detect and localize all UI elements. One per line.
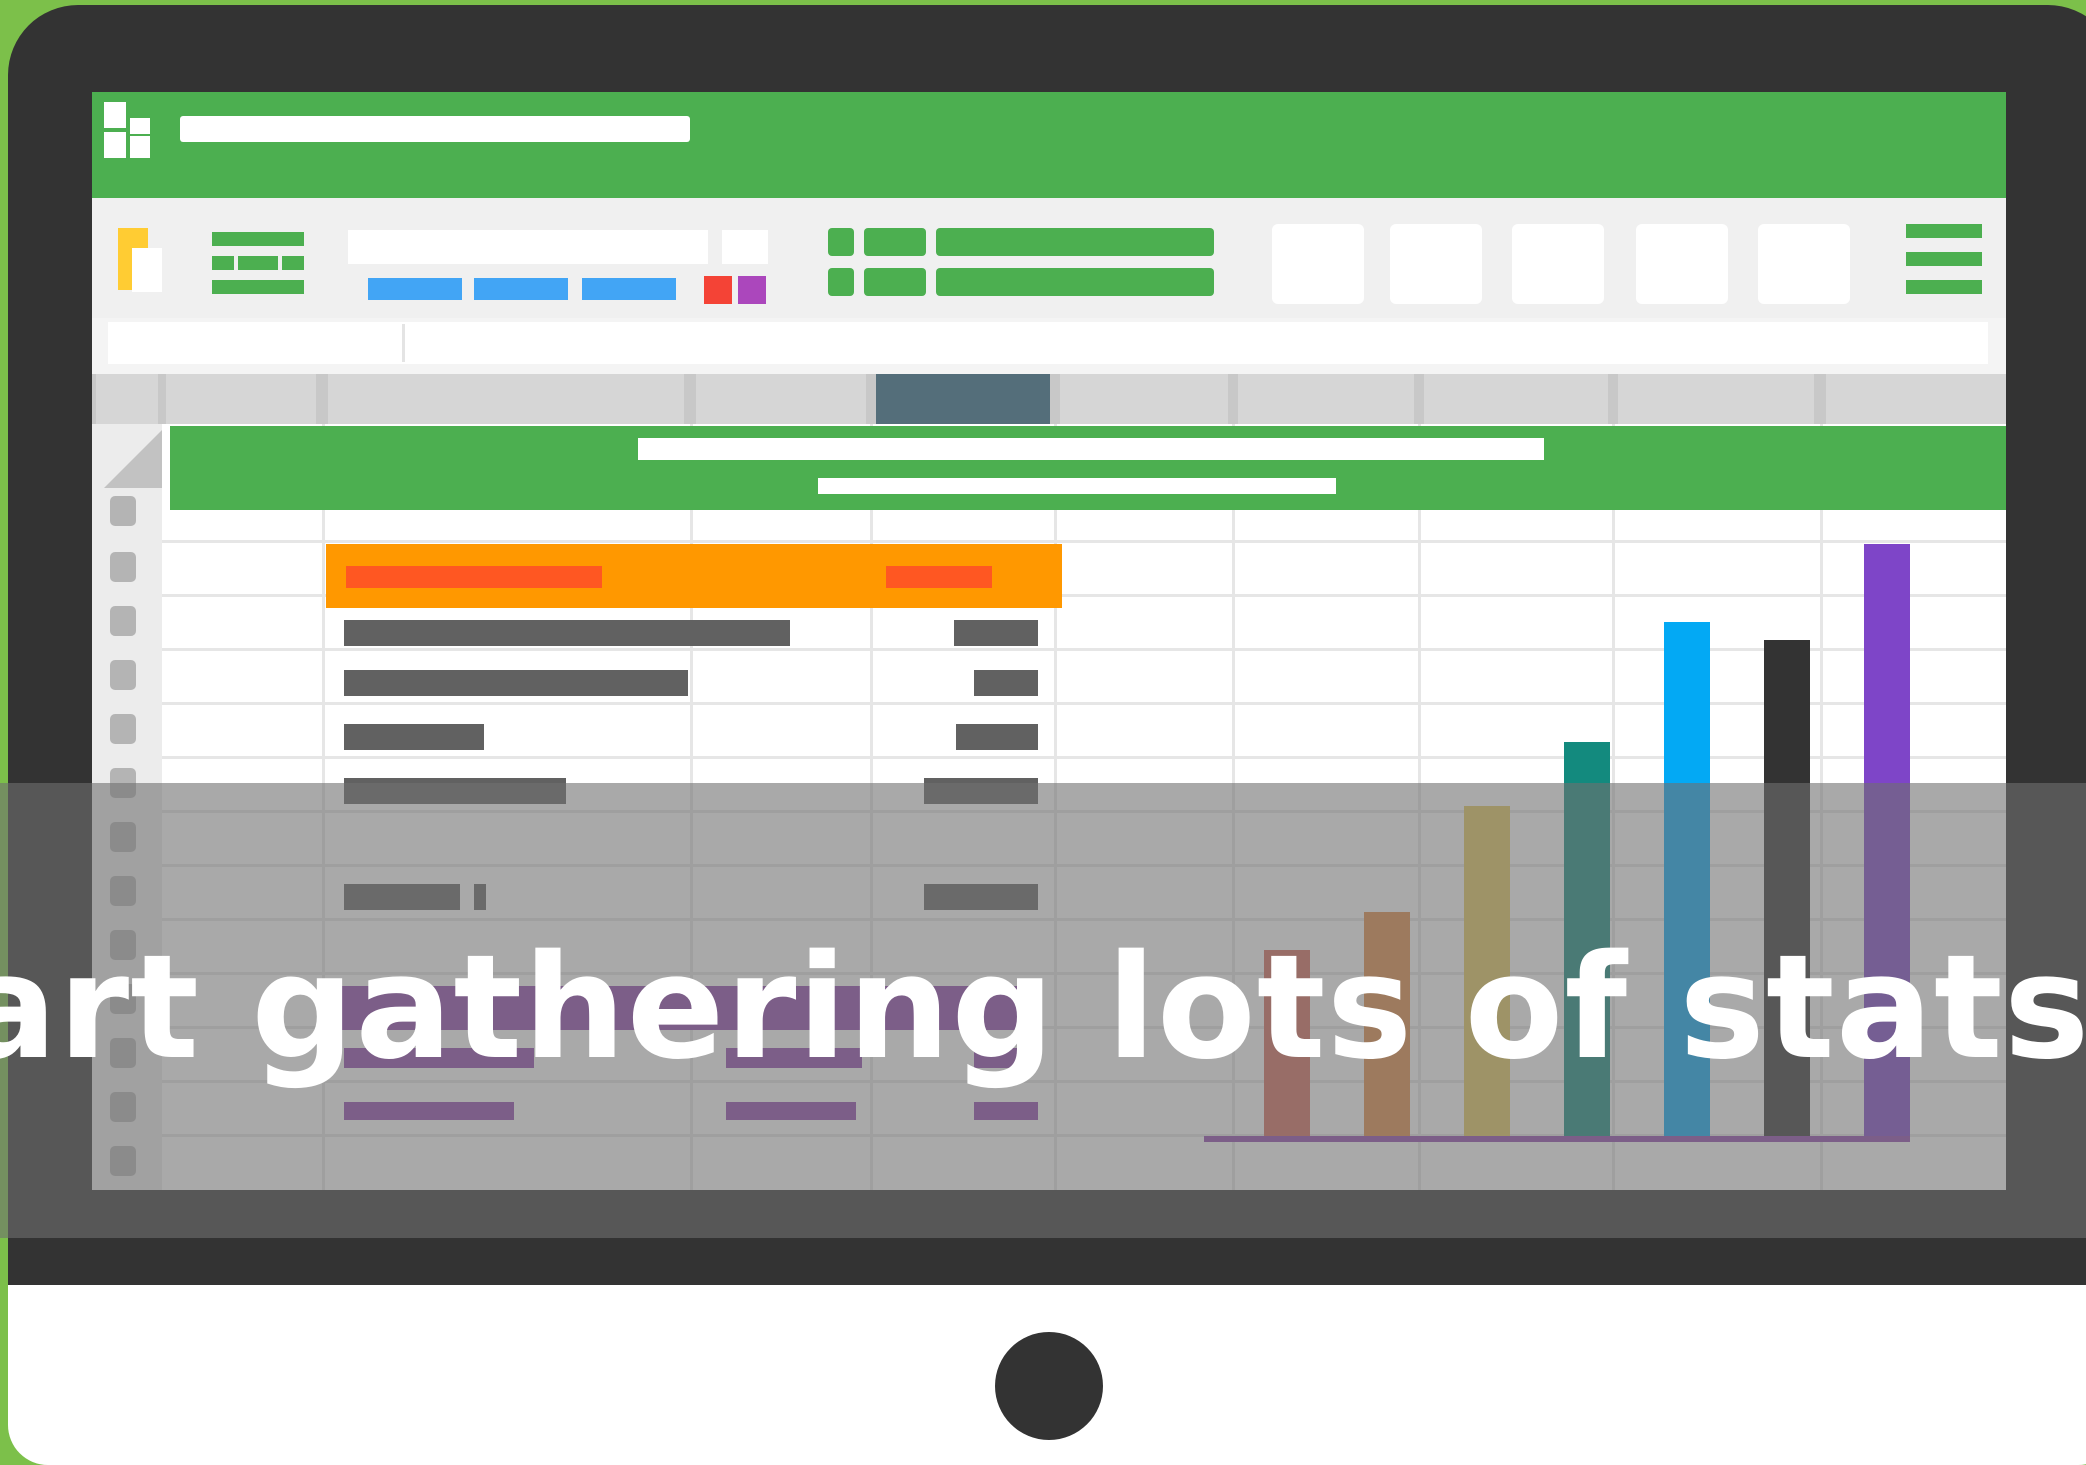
name-box-divider — [402, 324, 405, 362]
row-header[interactable] — [110, 714, 136, 744]
row-header[interactable] — [110, 606, 136, 636]
format-button-3[interactable] — [582, 278, 676, 300]
table-header-row — [326, 544, 1062, 608]
column-header[interactable] — [1618, 374, 1814, 424]
monitor-power-button — [995, 1332, 1103, 1440]
window-title-placeholder — [180, 116, 690, 142]
alignment-group[interactable] — [828, 228, 1214, 298]
table-row-value — [956, 724, 1038, 750]
table-row-label — [344, 670, 688, 696]
app-title-bar — [92, 92, 2006, 198]
formula-bar[interactable] — [108, 322, 1988, 364]
select-all-corner[interactable] — [104, 430, 162, 488]
paste-clipboard-sheet — [132, 248, 162, 292]
row-header[interactable] — [110, 552, 136, 582]
table-row-label — [344, 724, 484, 750]
table-row-value — [974, 670, 1038, 696]
format-button-2[interactable] — [474, 278, 568, 300]
font-name-dropdown[interactable] — [348, 230, 708, 264]
column-header[interactable] — [166, 374, 316, 424]
spreadsheet-logo-icon — [104, 102, 156, 160]
style-button-3[interactable] — [1512, 224, 1604, 304]
font-size-dropdown[interactable] — [722, 230, 768, 264]
row-header[interactable] — [110, 496, 136, 526]
style-button-2[interactable] — [1390, 224, 1482, 304]
row-header[interactable] — [110, 660, 136, 690]
clipboard-group[interactable] — [212, 232, 304, 294]
table-row-label — [344, 620, 790, 646]
style-button-1[interactable] — [1272, 224, 1364, 304]
column-header[interactable] — [1826, 374, 2006, 424]
style-button-5[interactable] — [1758, 224, 1850, 304]
column-header[interactable] — [328, 374, 684, 424]
format-button-1[interactable] — [368, 278, 462, 300]
column-header[interactable] — [96, 374, 158, 424]
column-header[interactable] — [1424, 374, 1608, 424]
column-header-selected[interactable] — [876, 374, 1050, 424]
font-color-button[interactable] — [738, 276, 766, 304]
sheet-subtitle-placeholder — [818, 478, 1336, 494]
menu-icon[interactable] — [1906, 224, 1982, 296]
column-header[interactable] — [1060, 374, 1228, 424]
caption-text: art gathering lots of stats. — [0, 923, 2086, 1091]
table-row-value — [954, 620, 1038, 646]
column-header[interactable] — [696, 374, 866, 424]
style-button-4[interactable] — [1636, 224, 1728, 304]
sheet-title-placeholder — [638, 438, 1544, 460]
fill-color-button[interactable] — [704, 276, 732, 304]
column-header[interactable] — [1238, 374, 1414, 424]
sheet-title-banner — [170, 426, 2006, 510]
